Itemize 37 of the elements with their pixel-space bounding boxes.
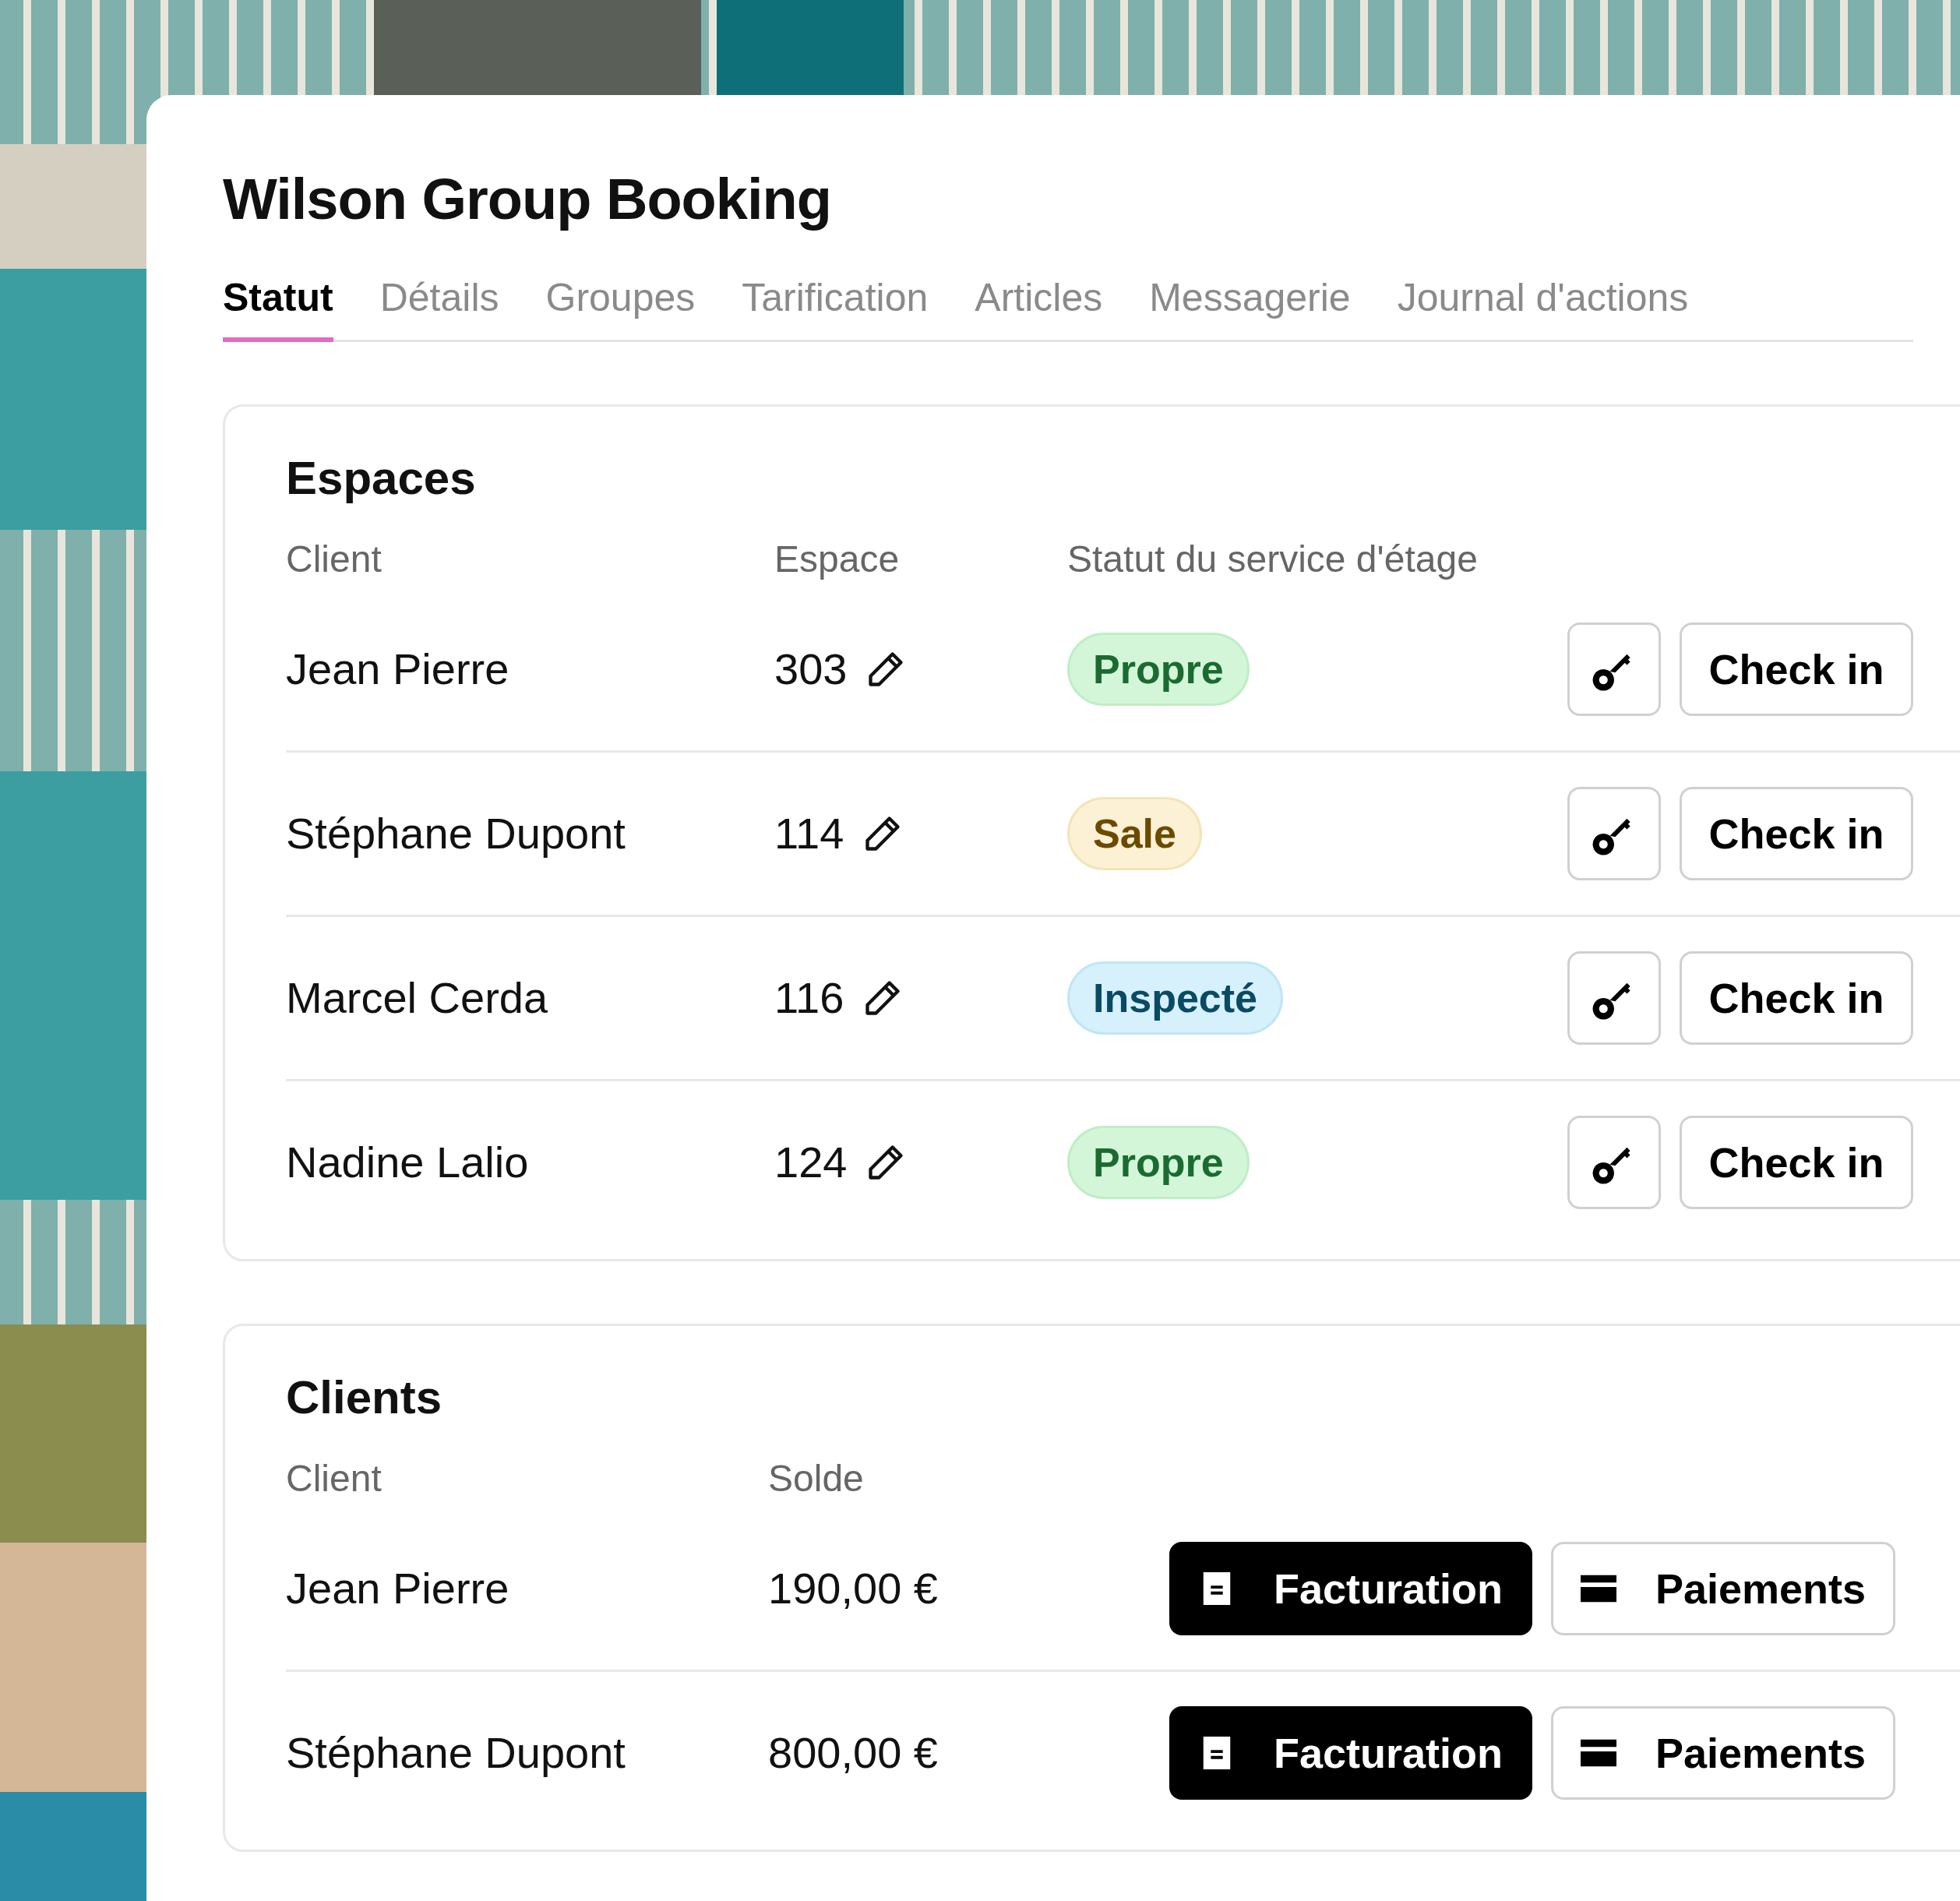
column-header: Solde [768,1456,865,1500]
table-cell-text: Jean Pierre [286,1563,510,1614]
column-header: Client [286,1456,382,1500]
key-button[interactable] [1567,950,1661,1045]
check-in-button[interactable]: Check in [1680,950,1913,1045]
table-cell-text: 800,00 € [768,1727,939,1779]
table-cell-text: Jean Pierre [286,644,510,695]
table-cell-text: Nadine Lalio [286,1137,530,1188]
page-title: Wilson Group Booking [223,166,832,233]
table-cell: 114 [774,808,844,859]
payments-button[interactable]: Paiements [1551,1705,1895,1800]
status-badge: Sale [1067,796,1202,870]
billing-button[interactable]: Facturation [1169,1541,1532,1635]
column-header: Statut du service d'étage [1067,537,1479,580]
table-cell-text: 190,00 € [768,1563,939,1614]
key-button[interactable] [1567,786,1661,880]
status-badge: Propre [1067,1125,1250,1199]
billing-button[interactable]: Facturation [1169,1705,1532,1800]
check-in-button[interactable]: Check in [1680,786,1913,880]
check-in-button[interactable]: Check in [1680,1115,1913,1209]
section-heading: Clients [286,1370,443,1425]
column-header: Client [286,537,382,580]
key-button[interactable] [1567,622,1661,716]
payments-button[interactable]: Paiements [1551,1541,1895,1635]
check-in-button[interactable]: Check in [1680,622,1913,716]
column-header: Espace [774,537,901,580]
tab[interactable]: Statut [223,274,333,342]
table-cell: 303 [774,644,848,695]
table-cell-text: Marcel Cerda [286,972,549,1024]
table-cell-text: Stéphane Dupont [286,1727,626,1779]
table-cell: 116 [774,972,844,1024]
table-cell: 124 [774,1137,848,1188]
section-heading: Espaces [286,450,477,506]
status-badge: Inspecté [1067,961,1283,1035]
status-badge: Propre [1067,632,1250,706]
key-button[interactable] [1567,1115,1661,1209]
table-cell-text: Stéphane Dupont [286,808,626,859]
